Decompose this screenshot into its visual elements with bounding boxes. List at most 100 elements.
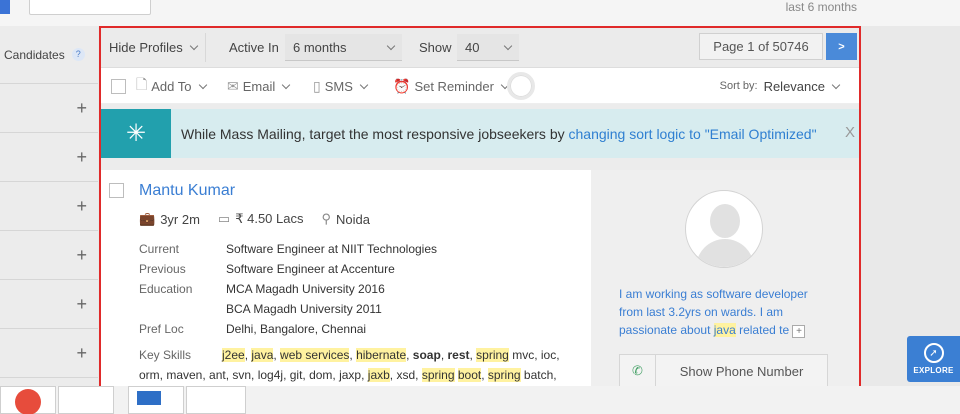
- detail-row: Pref Loc Delhi, Bangalore, Chennai: [139, 319, 437, 339]
- expand-plus-icon[interactable]: +: [76, 343, 87, 364]
- select-all-checkbox[interactable]: [111, 78, 126, 94]
- sidebar-filter-row[interactable]: +: [0, 84, 98, 133]
- candidate-name-link[interactable]: Mantu Kumar: [139, 182, 235, 200]
- chevron-down-icon: [386, 41, 396, 50]
- sidebar-filter-row[interactable]: +: [0, 280, 98, 329]
- active-in-value: 6 months: [293, 39, 347, 55]
- sms-button[interactable]: ▯ SMS: [313, 68, 369, 104]
- document-icon: 🗋: [136, 76, 148, 92]
- add-to-button[interactable]: 🗋 Add To: [136, 68, 207, 104]
- salary-value: ₹ 4.50 Lacs: [235, 211, 304, 226]
- email-label: Email: [242, 78, 276, 94]
- taskbar-tab[interactable]: [0, 386, 56, 414]
- top-logo-strip: [0, 0, 10, 14]
- key-skills: Key Skills j2ee, java, web services, hibe…: [139, 345, 584, 385]
- candidate-card: Mantu Kumar 💼 3yr 2m ▭ ₹ 4.50 Lacs ⚲ Noida …: [101, 170, 859, 386]
- expand-plus-icon[interactable]: +: [76, 147, 87, 168]
- detail-value: Software Engineer at NIIT Technologies: [226, 242, 438, 256]
- avatar: [685, 190, 763, 268]
- location-pin-icon: ⚲: [321, 211, 332, 226]
- top-search-box[interactable]: [29, 0, 151, 15]
- show-label: Show: [419, 40, 452, 55]
- detail-row: Previous Software Engineer at Accenture: [139, 259, 437, 279]
- taskbar: [0, 386, 960, 414]
- skill-keyword: java: [251, 348, 274, 362]
- mobile-icon: ▯: [313, 77, 321, 94]
- skill-keyword: boot: [457, 368, 482, 382]
- alarm-clock-icon: ⏰: [393, 77, 411, 94]
- candidate-detail-rows: Current Software Engineer at NIIT Technol…: [139, 239, 437, 339]
- chevron-down-icon: [189, 41, 198, 51]
- skill-text: batch,: [520, 368, 557, 382]
- summary-text-end: related te: [735, 323, 790, 337]
- sidebar-filter-row[interactable]: +: [0, 231, 98, 280]
- expand-plus-icon[interactable]: +: [76, 294, 87, 315]
- taskbar-tab[interactable]: [58, 386, 114, 414]
- email-optimized-link[interactable]: changing sort logic to "Email Optimized": [569, 126, 817, 142]
- phone-icon: ✆: [620, 354, 656, 386]
- detail-value: BCA Magadh University 2011: [226, 302, 382, 316]
- sparkle-icon: ✳: [101, 109, 171, 158]
- detail-label: Current: [139, 242, 180, 256]
- add-to-label: Add To: [151, 78, 192, 94]
- avatar-body: [696, 239, 754, 267]
- set-reminder-button[interactable]: ⏰ Set Reminder: [393, 68, 510, 104]
- summary-highlight: java: [713, 323, 736, 337]
- next-page-button[interactable]: >: [826, 33, 857, 60]
- chevron-down-icon: [198, 80, 207, 89]
- expand-plus-icon[interactable]: +: [76, 98, 87, 119]
- bulk-actions-bar: 🗋 Add To ✉ Email ▯ SMS ⏰ Set Reminder So…: [101, 68, 859, 104]
- hide-profiles-label: Hide Profiles: [109, 40, 183, 55]
- show-phone-label: Show Phone Number: [679, 363, 804, 379]
- skill-keyword: soap: [412, 348, 441, 362]
- top-bar: last 6 months: [0, 0, 960, 26]
- sort-by-dropdown[interactable]: Sort by: Relevance: [719, 68, 841, 104]
- candidate-select-checkbox[interactable]: [109, 183, 124, 198]
- skill-keyword: spring: [487, 368, 521, 382]
- expand-plus-icon[interactable]: +: [76, 245, 87, 266]
- show-phone-button[interactable]: ✆ Show Phone Number: [619, 354, 828, 386]
- filter-sidebar: Candidates ? + + + + + +: [0, 26, 98, 386]
- mass-mailing-tip-banner: ✳ While Mass Mailing, target the most re…: [101, 109, 859, 158]
- candidate-details: Mantu Kumar 💼 3yr 2m ▭ ₹ 4.50 Lacs ⚲ Noida …: [101, 170, 591, 386]
- skill-keyword: rest: [447, 348, 470, 362]
- detail-value: Delhi, Bangalore, Chennai: [226, 322, 367, 336]
- sms-label: SMS: [324, 78, 353, 94]
- results-toolbar: Hide Profiles Active In 6 months Show 40…: [101, 28, 859, 68]
- skill-text: ,: [406, 348, 413, 362]
- help-icon[interactable]: ?: [71, 48, 85, 61]
- active-in-select[interactable]: 6 months: [285, 33, 402, 62]
- close-banner-button[interactable]: X: [845, 124, 855, 141]
- detail-label: Previous: [139, 262, 186, 276]
- set-reminder-label: Set Reminder: [414, 78, 494, 94]
- chevron-down-icon: [831, 80, 841, 89]
- expand-plus-icon[interactable]: +: [76, 196, 87, 217]
- active-in-label: Active In: [229, 40, 279, 55]
- sort-by-label: Sort by:: [719, 80, 758, 92]
- taskbar-tab[interactable]: [128, 386, 184, 414]
- detail-value: Software Engineer at Accenture: [226, 262, 395, 276]
- candidate-meta: 💼 3yr 2m ▭ ₹ 4.50 Lacs ⚲ Noida: [139, 211, 388, 227]
- email-button[interactable]: ✉ Email: [227, 68, 291, 104]
- taskbar-tab[interactable]: [186, 386, 246, 414]
- skill-keyword: hibernate: [356, 348, 407, 362]
- detail-row: Education MCA Magadh University 2016: [139, 279, 437, 299]
- skill-keyword: jaxb: [367, 368, 390, 382]
- show-count-select[interactable]: 40: [457, 33, 519, 62]
- skill-keyword: spring: [476, 348, 509, 362]
- sidebar-filter-row[interactable]: +: [0, 182, 98, 231]
- sidebar-filter-row[interactable]: +: [0, 329, 98, 378]
- detail-label: Pref Loc: [139, 322, 184, 336]
- skill-keyword: j2ee: [222, 348, 245, 362]
- sidebar-candidates-header: Candidates ?: [0, 26, 98, 84]
- explore-button[interactable]: ➚ EXPLORE: [907, 336, 960, 382]
- skill-text: , xsd,: [389, 368, 422, 382]
- banner-message: While Mass Mailing, target the most resp…: [181, 126, 817, 142]
- envelope-icon: ✉: [227, 77, 239, 94]
- hide-profiles-dropdown[interactable]: Hide Profiles: [101, 33, 206, 62]
- detail-label: [139, 299, 226, 319]
- detail-value: MCA Magadh University 2016: [226, 282, 385, 296]
- experience-value: 3yr 2m: [160, 211, 200, 227]
- expand-summary-icon[interactable]: +: [792, 325, 806, 338]
- sidebar-filter-row[interactable]: +: [0, 133, 98, 182]
